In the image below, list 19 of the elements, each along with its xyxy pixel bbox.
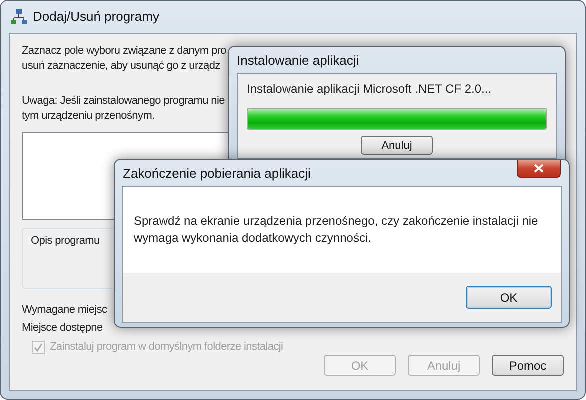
- message-text: Sprawdź na ekranie urządzenia przenośnego, czy zakończenie instalacji nie wymaga wykonania dodatkowych czynności.: [134, 214, 538, 245]
- dialog-title: Zakończenie pobierania aplikacji: [123, 166, 311, 180]
- instruction-text: Zaznacz pole wyboru związane z danym pro: [22, 44, 226, 59]
- group-label: Opis programu: [31, 234, 100, 247]
- status-text: Instalowanie aplikacji Microsoft .NET CF 2.0...: [247, 82, 492, 96]
- close-button[interactable]: [517, 160, 561, 178]
- window-title: Dodaj/Usuń programy: [33, 8, 160, 24]
- space-label: Miejsce dostępne: [22, 321, 103, 336]
- note-text: Uwaga: Jeśli zainstalowanego programu nie: [22, 94, 225, 109]
- space-label: Wymagane miejsc: [22, 303, 108, 318]
- window-title: Instalowanie aplikacji: [237, 52, 360, 68]
- ok-button[interactable]: OK: [466, 286, 552, 309]
- note-text: tym urządzeniu przenośnym.: [22, 108, 155, 124]
- dialog-button[interactable]: Pomoc: [492, 355, 564, 376]
- network-icon: [11, 8, 27, 24]
- cancel-button[interactable]: Anuluj: [361, 136, 433, 155]
- checkbox-label: Zainstaluj program w domyślnym folderze instalacji: [50, 340, 284, 355]
- close-icon: [534, 164, 544, 173]
- instruction-text: usuń zaznaczenie, aby usunąć go z urządz: [22, 59, 220, 74]
